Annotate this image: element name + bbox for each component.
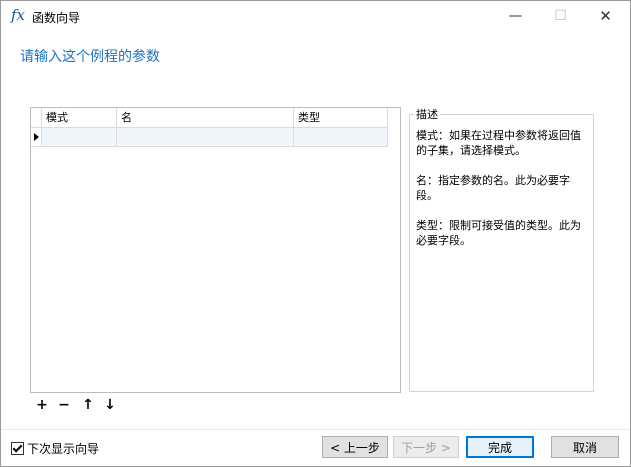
footer-divider — [1, 429, 630, 430]
table-row[interactable] — [31, 128, 388, 147]
plus-icon: + — [36, 397, 48, 413]
title-bar: fx 函数向导 — ☐ ✕ — [1, 1, 630, 31]
description-mode: 模式：如果在过程中参数将返回值的子集，请选择模式。 — [416, 129, 581, 157]
window-title: 函数向导 — [32, 11, 81, 25]
function-fx-icon: fx — [11, 6, 26, 24]
remove-parameter-button[interactable]: − — [56, 397, 72, 413]
description-title: 描述 — [414, 106, 440, 122]
column-header-name[interactable]: 名 — [117, 108, 294, 127]
previous-button[interactable]: < 上一步 — [322, 436, 388, 458]
maximize-icon: ☐ — [554, 8, 567, 24]
cell-type[interactable] — [294, 128, 388, 146]
next-button[interactable]: 下一步 > — [393, 436, 459, 458]
finish-button[interactable]: 完成 — [466, 436, 534, 458]
row-indicator[interactable] — [31, 128, 42, 146]
description-text: 模式：如果在过程中参数将返回值的子集，请选择模式。 名：指定参数的名。此为必要字… — [416, 128, 586, 263]
current-row-arrow-icon — [34, 133, 39, 141]
column-header-type[interactable]: 类型 — [294, 108, 388, 127]
close-icon: ✕ — [599, 7, 612, 25]
grid-header: 模式 名 类型 — [31, 108, 388, 128]
close-button[interactable]: ✕ — [583, 1, 628, 31]
maximize-button[interactable]: ☐ — [538, 1, 583, 31]
cell-name[interactable] — [117, 128, 294, 146]
minimize-icon: — — [508, 8, 523, 24]
minimize-button[interactable]: — — [493, 1, 538, 31]
move-down-button[interactable]: ↓ — [102, 397, 118, 413]
minus-icon: − — [58, 397, 70, 413]
show-wizard-checkbox[interactable]: 下次显示向导 — [11, 440, 99, 457]
show-wizard-label: 下次显示向导 — [27, 442, 100, 456]
description-name: 名：指定参数的名。此为必要字段。 — [416, 174, 570, 202]
add-parameter-button[interactable]: + — [34, 397, 50, 413]
function-wizard-window: fx 函数向导 — ☐ ✕ 请输入这个例程的参数 模式 名 类型 + − ↑ ↓… — [0, 0, 631, 467]
arrow-up-icon: ↑ — [82, 397, 94, 413]
description-type: 类型：限制可接受值的类型。此为必要字段。 — [416, 219, 581, 247]
arrow-down-icon: ↓ — [104, 397, 116, 413]
move-up-button[interactable]: ↑ — [80, 397, 96, 413]
page-heading: 请输入这个例程的参数 — [20, 49, 160, 65]
cancel-button[interactable]: 取消 — [551, 436, 619, 458]
checkbox-checked-icon[interactable] — [11, 442, 24, 455]
grid-corner-cell — [31, 108, 42, 127]
parameter-grid[interactable]: 模式 名 类型 — [30, 107, 401, 393]
column-header-mode[interactable]: 模式 — [42, 108, 117, 127]
cell-mode[interactable] — [42, 128, 117, 146]
